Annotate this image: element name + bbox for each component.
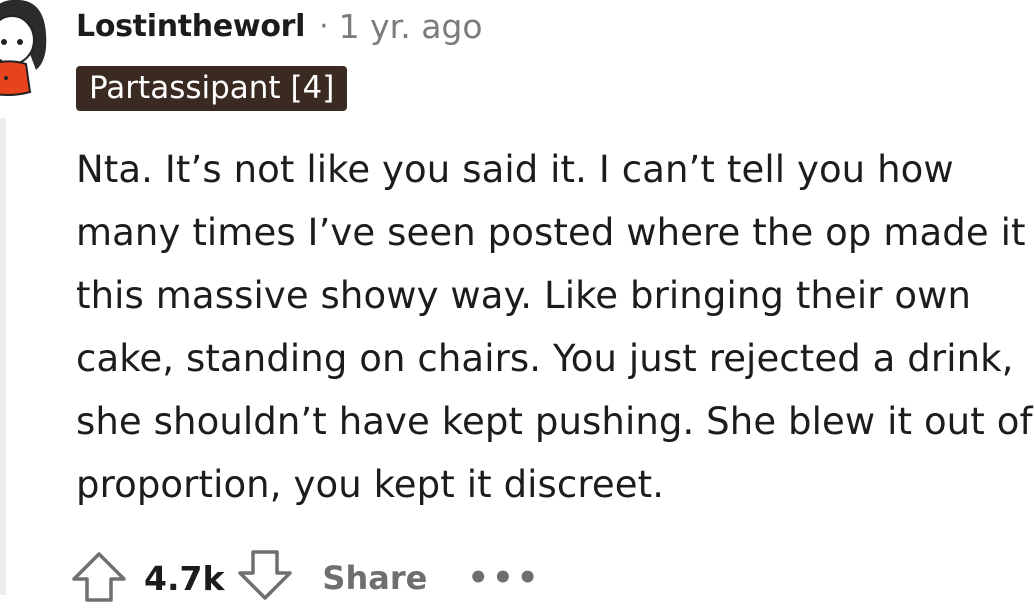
- avatar[interactable]: [0, 0, 50, 98]
- share-button[interactable]: Share: [322, 559, 427, 597]
- comment-text: Nta. It’s not like you said it. I can’t …: [76, 148, 1033, 506]
- vote-score: 4.7k: [144, 558, 225, 598]
- downvote-button[interactable]: [234, 548, 296, 608]
- timestamp-link[interactable]: 1 yr. ago: [339, 7, 483, 46]
- downvote-arrow-icon: [238, 550, 293, 600]
- more-options-icon[interactable]: •••: [467, 558, 541, 598]
- comment-header: Lostintheworl · 1 yr. ago: [76, 4, 483, 48]
- meta-separator: ·: [319, 8, 329, 44]
- comment-body: Nta. It’s not like you said it. I can’t …: [76, 138, 1034, 516]
- upvote-arrow-icon: [72, 552, 126, 602]
- upvote-button[interactable]: [68, 548, 130, 608]
- thread-line[interactable]: [0, 118, 6, 595]
- user-flair-badge: Partassipant [4]: [76, 66, 348, 111]
- username-link[interactable]: Lostintheworl: [76, 9, 305, 44]
- comment-action-bar: 4.7k Share •••: [68, 548, 542, 608]
